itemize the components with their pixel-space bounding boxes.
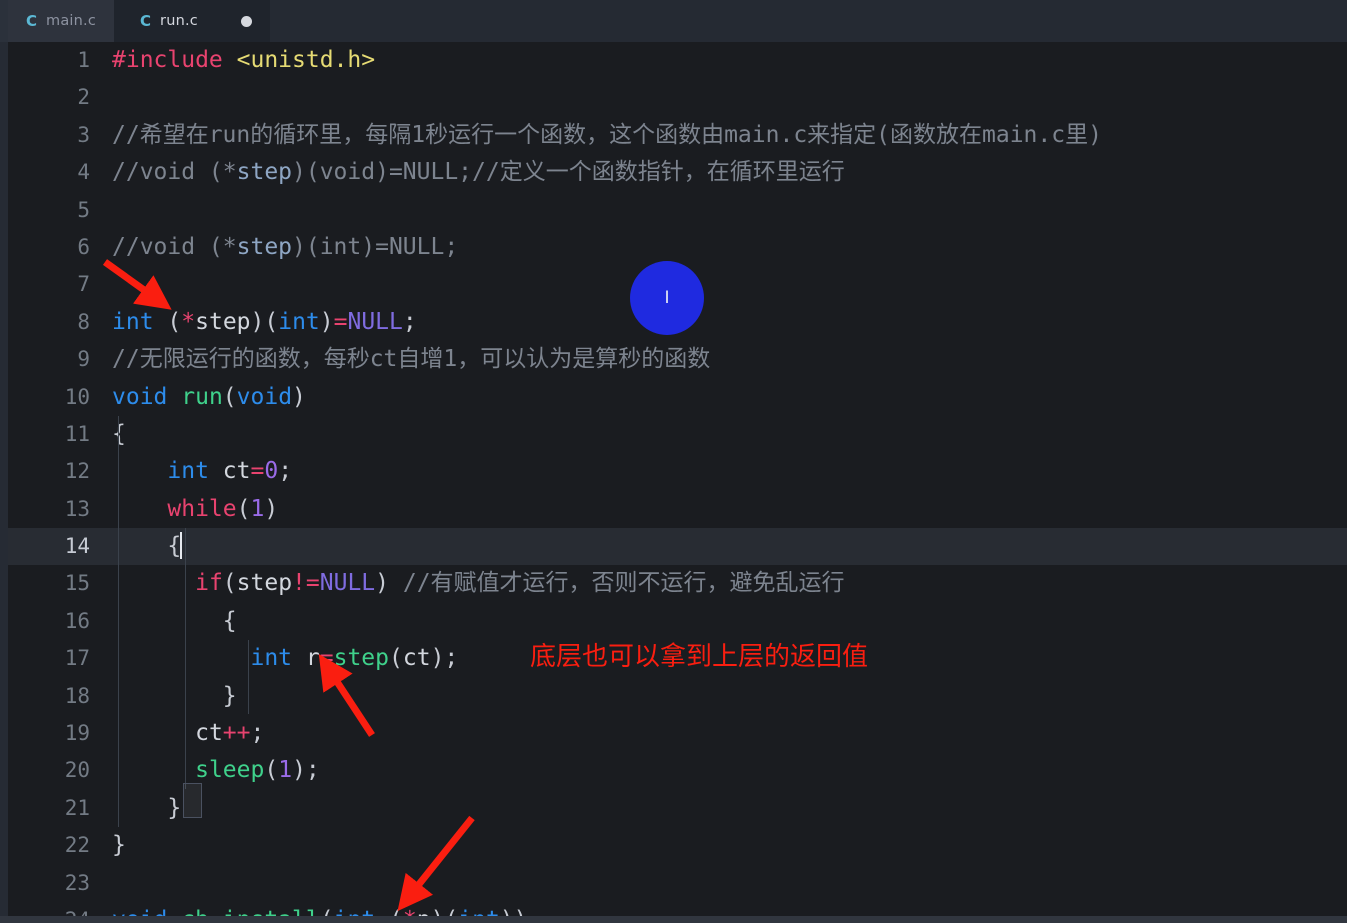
tab-label: main.c <box>46 13 97 29</box>
code-line[interactable]: 12 int ct=0; <box>8 453 1347 490</box>
line-number: 3 <box>77 122 90 147</box>
code-line[interactable]: 15 if(step!=NULL) //有赋值才运行，否则不运行，避免乱运行 <box>8 565 1347 602</box>
code-line[interactable]: 1 #include <unistd.h> <box>8 42 1347 79</box>
code-line[interactable]: 10 void run(void) <box>8 379 1347 416</box>
text-caret <box>180 532 183 560</box>
code-line[interactable]: 20 sleep(1); <box>8 752 1347 789</box>
code-line[interactable]: 3 //希望在run的循环里，每隔1秒运行一个函数，这个函数由main.c来指定… <box>8 117 1347 154</box>
code-line[interactable]: 18 } <box>8 678 1347 715</box>
code-line[interactable]: 22 } <box>8 827 1347 864</box>
code-editor-window: C main.c C run.c 1 #include <unistd.h> 2 <box>0 0 1347 923</box>
code-line[interactable]: 16 { <box>8 603 1347 640</box>
line-content: //无限运行的函数，每秒ct自增1，可以认为是算秒的函数 <box>112 346 711 373</box>
code-area[interactable]: 1 #include <unistd.h> 2 3 //希望在run的循环里，每… <box>8 42 1347 923</box>
c-file-icon: C <box>26 12 38 30</box>
code-line[interactable]: 21 } <box>8 790 1347 827</box>
line-content: //void (*step)(int)=NULL; <box>112 233 459 260</box>
line-number: 9 <box>77 347 90 372</box>
code-line[interactable]: 7 <box>8 266 1347 303</box>
editor-surface[interactable]: 1 #include <unistd.h> 2 3 //希望在run的循环里，每… <box>8 42 1347 923</box>
line-content: { <box>106 416 1347 453</box>
line-number: 14 <box>64 534 90 559</box>
line-number: 1 <box>77 48 90 72</box>
line-content: //希望在run的循环里，每隔1秒运行一个函数，这个函数由main.c来指定(函… <box>112 121 1102 148</box>
code-line[interactable]: 19 ct++; <box>8 715 1347 752</box>
code-line[interactable]: 4 //void (*step)(void)=NULL;//定义一个函数指针，在… <box>8 154 1347 191</box>
editor-tab-bar: C main.c C run.c <box>0 0 1347 42</box>
line-number: 5 <box>77 197 90 222</box>
indent-guide <box>118 416 119 827</box>
line-number: 10 <box>64 384 90 409</box>
code-line[interactable]: 11 { <box>8 416 1347 453</box>
code-line[interactable]: 5 <box>8 192 1347 229</box>
line-number: 12 <box>64 459 90 484</box>
line-content: { <box>167 532 183 560</box>
line-content: sleep(1); <box>195 757 320 784</box>
line-number: 19 <box>64 721 90 746</box>
line-content: } <box>112 794 182 821</box>
line-number: 2 <box>77 85 90 110</box>
line-number: 22 <box>64 833 90 858</box>
line-content: int (*step)(int)=NULL; <box>112 308 417 335</box>
line-content: if(step!=NULL) //有赋值才运行，否则不运行，避免乱运行 <box>195 570 845 597</box>
indent-guide <box>185 528 186 789</box>
line-content: #include <unistd.h> <box>112 47 376 73</box>
tab-run-c[interactable]: C run.c <box>114 0 270 42</box>
line-number: 20 <box>64 758 90 783</box>
line-number: 23 <box>64 870 90 895</box>
line-number: 4 <box>77 160 90 185</box>
tab-main-c[interactable]: C main.c <box>0 0 115 42</box>
line-content: } <box>112 832 126 859</box>
code-line[interactable]: 2 <box>8 79 1347 116</box>
code-line[interactable]: 17 int r=step(ct); <box>8 640 1347 677</box>
window-bottom-edge <box>0 916 1347 923</box>
unsaved-changes-dot-icon[interactable] <box>240 15 252 27</box>
activity-bar-edge-lower <box>0 42 8 923</box>
line-content: { <box>112 607 237 634</box>
line-content: int r=step(ct); <box>250 645 459 672</box>
code-line[interactable]: 9 //无限运行的函数，每秒ct自增1，可以认为是算秒的函数 <box>8 341 1347 378</box>
tab-label: run.c <box>160 13 198 29</box>
code-line[interactable]: 6 //void (*step)(int)=NULL; <box>8 229 1347 266</box>
line-content: } <box>112 682 237 709</box>
c-file-icon: C <box>140 12 152 30</box>
code-line[interactable]: 13 while(1) <box>8 491 1347 528</box>
line-content: void run(void) <box>112 383 306 410</box>
line-number: 17 <box>64 646 90 671</box>
code-line[interactable]: 8 int (*step)(int)=NULL; <box>8 304 1347 341</box>
line-number: 13 <box>64 496 90 521</box>
line-number: 11 <box>64 421 90 446</box>
line-content: while(1) <box>167 495 279 522</box>
line-content: ct++; <box>195 720 265 747</box>
code-line[interactable]: 23 <box>8 865 1347 902</box>
line-content: //void (*step)(void)=NULL;//定义一个函数指针，在循环… <box>112 159 845 186</box>
line-number: 18 <box>64 683 90 708</box>
indent-guide <box>248 640 249 714</box>
line-number: 15 <box>64 571 90 596</box>
line-number: 6 <box>77 234 90 259</box>
code-line-active[interactable]: 14 { <box>8 528 1347 566</box>
line-number: 8 <box>77 309 90 334</box>
line-number: 7 <box>77 272 90 297</box>
line-number: 16 <box>64 608 90 633</box>
line-content: int ct=0; <box>167 458 293 485</box>
line-number: 21 <box>64 795 90 820</box>
